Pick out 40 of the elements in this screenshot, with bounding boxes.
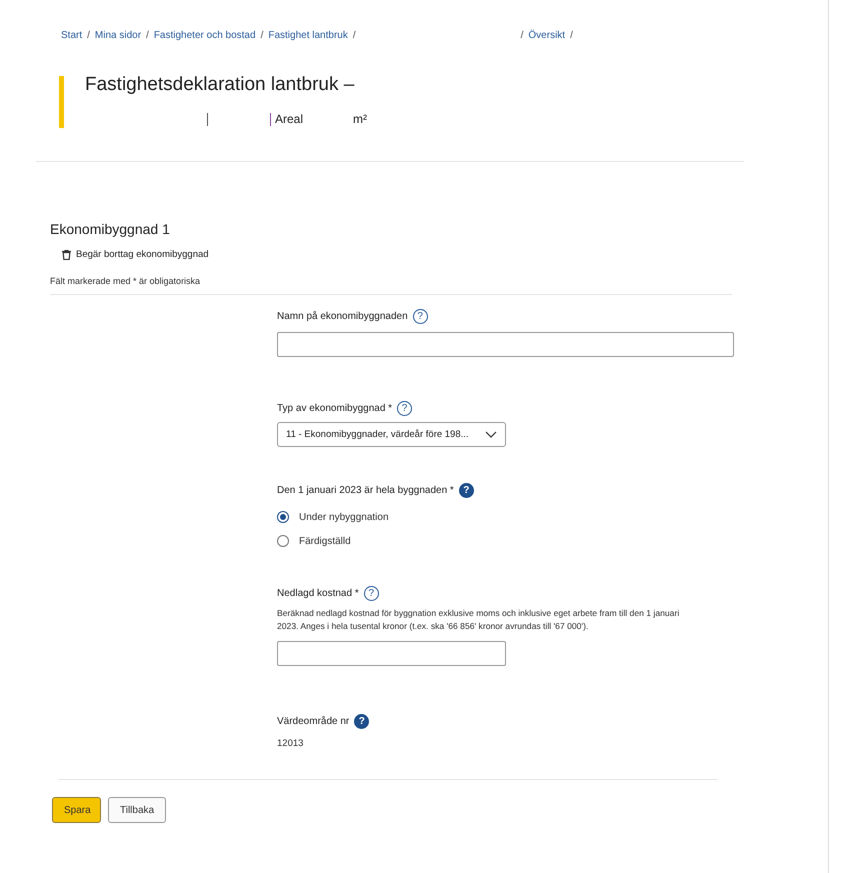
required-note: Fält markerade med * är obligatoriska [50,276,202,286]
breadcrumb-link[interactable]: Mina sidor [94,30,142,40]
breadcrumb-separator: / [520,30,524,40]
text-field[interactable] [277,641,506,666]
text-field[interactable] [277,332,734,357]
area-unit: m² [353,112,368,126]
form-button[interactable]: Spara [52,797,101,823]
field-label: Nedlagd kostnad * [277,588,359,599]
field-label: Värdeområde nr [277,716,350,727]
help-button[interactable]: ? [397,401,412,416]
field-label: Namn på ekonomibyggnaden [277,311,408,322]
breadcrumb-separator: / [260,30,264,40]
radio-button[interactable] [277,511,289,523]
trash-icon [62,250,71,260]
breadcrumb-separator: / [146,30,149,40]
select-dropdown[interactable]: 11 - Ekonomibyggnader, värdeår före 198... [277,422,506,447]
breadcrumb-separator: / [352,30,356,40]
help-button[interactable]: ? [458,483,474,498]
radio-option[interactable]: Färdigställd [277,529,850,553]
field-label: Typ av ekonomibyggnad * [277,403,392,414]
help-button[interactable]: ? [364,586,379,601]
field-description: Beräknad nedlagd kostnad för byggnation exklusive moms och inklusive eget arbete fram till den 1 januari 2023. Anges i hela tusental kronor (t.ex. ska '66 856' kronor avrundas till '67 000'). [277,607,680,633]
form-button[interactable]: Tillbaka [108,797,166,823]
radio-option[interactable]: Under nybyggnation [277,505,850,529]
breadcrumb-link[interactable]: Start [61,30,82,40]
delete-link[interactable]: Begär borttag ekonomibyggnad [62,249,850,260]
radio-button[interactable] [277,535,289,547]
chevron-down-icon [485,431,497,438]
section-title: Ekonomibyggnad 1 [50,221,171,237]
field-value: 12013 [277,738,304,749]
breadcrumb-link[interactable]: Fastighet lantbruk [268,30,348,40]
help-button[interactable]: ? [354,714,370,729]
help-button[interactable]: ? [412,309,428,324]
breadcrumb-separator: / [570,30,573,40]
breadcrumb-link[interactable]: Översikt [528,30,566,40]
field-label: Den 1 januari 2023 är hela byggnaden * [277,485,454,496]
breadcrumb-separator: / [87,30,90,40]
breadcrumb-link[interactable]: Fastigheter och bostad [154,30,256,40]
area-label: Areal [275,112,304,126]
page-title: Fastighetsdeklaration lantbruk – [85,74,356,96]
